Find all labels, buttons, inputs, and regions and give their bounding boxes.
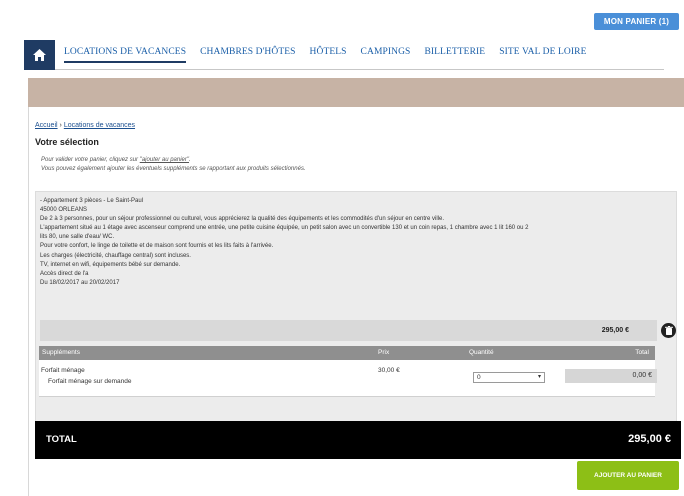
header-supplements: Suppléments — [42, 349, 80, 356]
total-bar: TOTAL 295,00 € — [35, 421, 681, 459]
header-price: Prix — [378, 349, 390, 356]
breadcrumb-current-link[interactable]: Locations de vacances — [64, 122, 135, 129]
cart-notice: Pour valider votre panier, cliquez sur "… — [41, 156, 306, 174]
main-content: Accueil › Locations de vacances Votre sé… — [28, 107, 684, 496]
notice-line-2: Vous pouvez également ajouter les éventu… — [41, 166, 306, 172]
product-dates: Du 18/02/2017 au 20/02/2017 — [40, 279, 120, 286]
cart-button[interactable]: MON PANIER (1) — [594, 13, 679, 30]
supplement-total-box: 0,00 € — [565, 369, 657, 383]
header-total: Total — [635, 349, 649, 356]
remove-product-button[interactable] — [661, 323, 676, 338]
total-label: TOTAL — [46, 434, 77, 445]
product-title: - Appartement 3 pièces - Le Saint-Paul — [40, 198, 144, 204]
chevron-down-icon: ▾ — [537, 374, 541, 380]
home-icon — [33, 49, 46, 61]
product-desc-line: L'appartement situé au 1 étage avec asce… — [40, 225, 529, 232]
trash-icon — [664, 326, 673, 335]
supplements-header: Suppléments Prix Quantité Total — [39, 346, 655, 360]
main-nav: LOCATIONS DE VACANCES CHAMBRES D'HÔTES H… — [24, 40, 664, 70]
nav-item-locations[interactable]: LOCATIONS DE VACANCES — [64, 47, 187, 63]
product-city: 45000 ORLEANS — [40, 207, 88, 214]
product-desc-line: De 2 à 3 personnes, pour un séjour profe… — [40, 216, 445, 223]
nav-item-site-val-de-loire[interactable]: SITE VAL DE LOIRE — [499, 47, 586, 63]
supplement-price: 30,00 € — [378, 367, 400, 374]
nav-item-hotels[interactable]: HÔTELS — [310, 47, 347, 63]
product-desc-line: Les charges (électricité, chauffage cent… — [40, 252, 191, 259]
total-value: 295,00 € — [628, 433, 671, 445]
header-band — [28, 78, 684, 107]
product-desc-line: lits 80, une salle d'eau/ WC. — [40, 234, 115, 241]
quantity-value: 0 — [477, 374, 481, 381]
notice-link: "ajouter au panier" — [139, 157, 190, 163]
nav-item-chambres[interactable]: CHAMBRES D'HÔTES — [200, 47, 295, 63]
add-to-cart-button[interactable]: AJOUTER AU PANIER — [577, 461, 679, 490]
product-desc-line: Pour votre confort, le linge de toilette… — [40, 243, 274, 250]
product-desc-line: TV, internet en wifi, équipements bébé s… — [40, 261, 181, 268]
table-row: Forfait ménage Forfait ménage sur demand… — [39, 360, 657, 397]
nav-item-billetterie[interactable]: BILLETTERIE — [424, 47, 485, 63]
notice-line-1: Pour valider votre panier, cliquez sur "… — [41, 157, 191, 163]
breadcrumb: Accueil › Locations de vacances — [35, 122, 135, 129]
product-description: - Appartement 3 pièces - Le Saint-Paul 4… — [40, 197, 670, 288]
page-title: Votre sélection — [35, 137, 99, 147]
supplements-table: Suppléments Prix Quantité Total Forfait … — [39, 346, 657, 397]
product-price-bar: 295,00 € — [40, 320, 657, 341]
breadcrumb-home-link[interactable]: Accueil — [35, 122, 58, 129]
quantity-select[interactable]: 0 ▾ — [473, 372, 545, 383]
nav-item-campings[interactable]: CAMPINGS — [361, 47, 411, 63]
supplement-total: 0,00 € — [632, 372, 652, 379]
home-button[interactable] — [24, 40, 55, 70]
product-block: - Appartement 3 pièces - Le Saint-Paul 4… — [35, 191, 677, 423]
product-desc-line: Accès direct de l'a — [40, 270, 89, 277]
supplement-sublabel: Forfait ménage sur demande — [48, 378, 132, 385]
header-quantity: Quantité — [469, 349, 494, 356]
product-price: 295,00 € — [601, 327, 629, 334]
supplement-label: Forfait ménage — [41, 367, 85, 374]
